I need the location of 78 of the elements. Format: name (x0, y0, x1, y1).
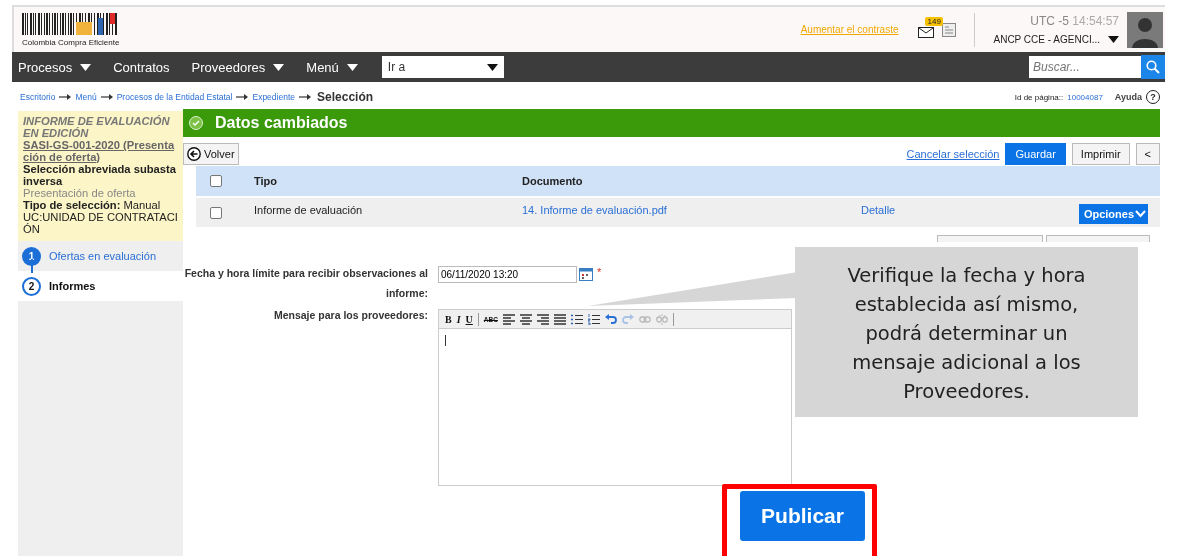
arrow-icon (236, 94, 249, 100)
format-button[interactable]: B (445, 313, 452, 325)
save-button[interactable]: Guardar (1005, 143, 1066, 165)
page-id-label: Id de página:: (1014, 92, 1064, 102)
step-number: 2 (22, 276, 41, 296)
breadcrumb-link[interactable]: Procesos de la Entidad Estatal (116, 92, 233, 102)
print-button[interactable]: Imprimir (1071, 143, 1130, 165)
calendar-icon[interactable] (579, 267, 593, 281)
go-to-select[interactable]: Ir a (381, 56, 504, 78)
mail-icon[interactable] (918, 27, 935, 38)
back-button[interactable]: Volver (183, 143, 239, 165)
process-info-text: Selección abreviada subasta inversa (23, 163, 177, 187)
format-button[interactable]: I (456, 313, 461, 325)
format-button[interactable]: U (465, 313, 473, 325)
search-icon (1146, 60, 1160, 74)
logo-text: Colombia Compra Eficiente (22, 37, 120, 47)
table-row[interactable]: Informe de evaluación 14. Informe de evaluación.pdf Detalle Opciones (196, 196, 1160, 227)
process-info-text[interactable]: SASI-GS-001-2020 (Presentación de oferta) (23, 139, 178, 163)
clock-time: 14:54:57 (1072, 14, 1119, 28)
avatar-silhouette-icon[interactable] (1127, 11, 1163, 48)
breadcrumb-link[interactable]: Expediente (252, 92, 295, 102)
nav-menu-item[interactable]: Contratos (113, 59, 170, 75)
required-mark: * (597, 266, 602, 278)
bullet-list-icon[interactable] (570, 313, 583, 325)
page-id-link[interactable]: 10004087 (1067, 92, 1103, 102)
arrow-icon (299, 94, 311, 100)
deadline-label: Fecha y hora límite para recibir observaciones al informe: (183, 266, 428, 301)
arrow-icon (100, 94, 113, 100)
search-field[interactable]: Buscar... (1029, 56, 1141, 78)
detail-link[interactable]: Detalle (861, 204, 1079, 216)
nav-menu-item[interactable]: Procesos (18, 59, 92, 75)
nav-menu-item[interactable]: Proveedores (191, 59, 285, 75)
chevron-down-icon (1135, 210, 1146, 218)
search-button[interactable] (1141, 55, 1165, 79)
justify-icon[interactable] (553, 313, 566, 325)
numbered-list-icon[interactable] (587, 313, 600, 325)
undo-icon[interactable] (604, 313, 617, 325)
barcode-logo-icon (22, 12, 118, 35)
collapse-button[interactable]: < (1135, 143, 1160, 165)
process-info-text: Tipo de selección: Manual (23, 199, 162, 211)
message-label: Mensaje para los proveedores: (272, 309, 428, 322)
callout-tooltip: Verifique la fecha y hora establecida así mismo, podrá determinar un mensaje adicional a los Proveedores. (795, 247, 1138, 417)
caret-icon (486, 63, 498, 71)
text-cursor (445, 335, 446, 346)
caret-icon[interactable] (1108, 36, 1119, 43)
arrow-icon (59, 94, 72, 100)
document-icon[interactable] (942, 22, 957, 37)
process-info-text: Presentación de oferta (23, 187, 137, 199)
process-info-text: INFORME DE EVALUACIÓN EN EDICIÓN (23, 115, 171, 139)
column-header: Tipo (254, 175, 278, 187)
check-circle-icon (189, 116, 203, 130)
account-name[interactable]: ANCP CCE - AGENCI... (993, 34, 1100, 45)
mail-count-badge: 149 (925, 17, 943, 26)
breadcrumb-link[interactable]: Escritorio (20, 92, 56, 102)
table-cell-text: Informe de evaluación (254, 204, 364, 216)
cancel-selection-link[interactable]: Cancelar selección (906, 148, 1000, 160)
date-time-field[interactable]: 06/11/2020 13:20 (438, 266, 577, 283)
checkbox[interactable] (210, 175, 222, 187)
breadcrumb-link[interactable]: Menú (75, 92, 97, 102)
help-label[interactable]: Ayuda (1114, 92, 1142, 102)
checkbox[interactable] (210, 207, 222, 219)
caret-icon (346, 63, 358, 71)
process-info-text: UC:UNIDAD DE CONTRATACIÓN (23, 211, 178, 235)
breadcrumb-current: Selección (317, 90, 374, 104)
align-right-icon[interactable] (536, 313, 549, 325)
step-item[interactable]: 2 Informes (18, 271, 183, 301)
align-left-icon[interactable] (502, 313, 515, 325)
banner-text: Datos cambiados (215, 114, 348, 132)
back-arrow-icon (187, 147, 201, 161)
document-link[interactable]: 14. Informe de evaluación.pdf (522, 204, 861, 216)
timezone-label: UTC -5 (1030, 14, 1069, 28)
caret-icon (273, 63, 285, 71)
caret-icon (80, 63, 92, 71)
publish-button[interactable]: Publicar (740, 491, 865, 541)
nav-menu-item[interactable]: Menú (306, 59, 358, 75)
options-button[interactable]: Opciones (1078, 204, 1148, 224)
column-header: Documento (522, 175, 584, 187)
align-center-icon[interactable] (519, 313, 532, 325)
